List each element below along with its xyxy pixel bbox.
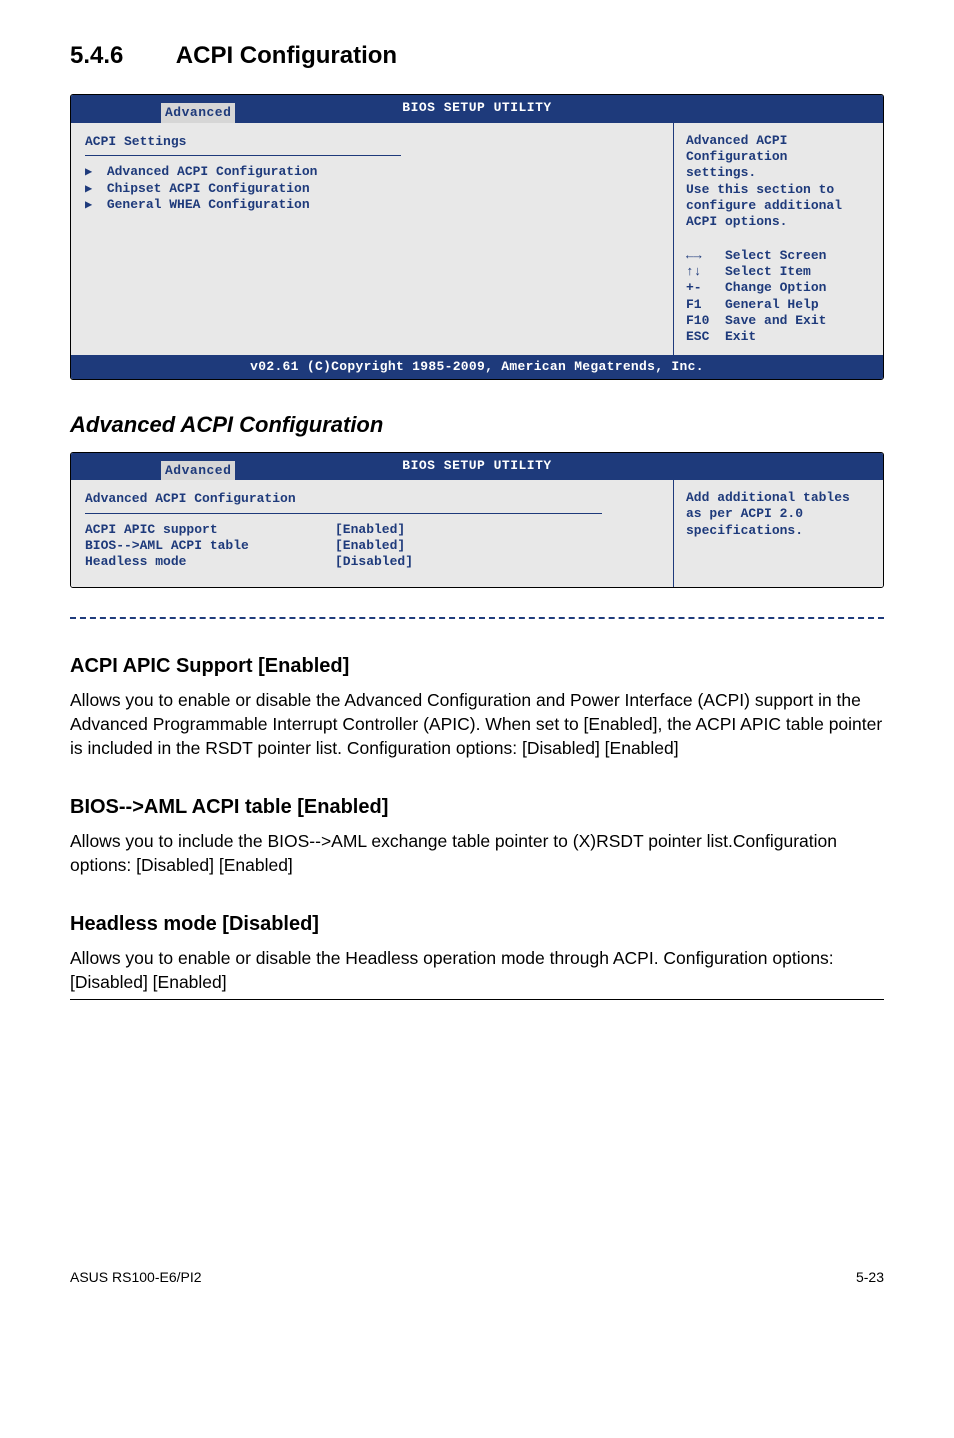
bios-menu-item: ▶ Advanced ACPI Configuration: [85, 164, 659, 180]
option-heading: Headless mode [Disabled]: [70, 911, 884, 938]
bios-menu-item: ▶ General WHEA Configuration: [85, 197, 659, 213]
bios-menu-label: General WHEA Configuration: [107, 197, 310, 212]
bios-footer: v02.61 (C)Copyright 1985-2009, American …: [71, 355, 883, 379]
bios-left-title: ACPI Settings: [85, 133, 659, 154]
bios-tab-advanced: Advanced: [161, 103, 235, 123]
bios-menu-item: ▶ Chipset ACPI Configuration: [85, 181, 659, 197]
option-body: Allows you to enable or disable the Head…: [70, 946, 884, 994]
nav-line: ←→ Select Screen: [686, 248, 873, 264]
help-line: Add additional tables: [686, 490, 873, 506]
nav-line: ↑↓ Select Item: [686, 264, 873, 280]
chevron-right-icon: ▶: [85, 198, 99, 213]
option-heading: ACPI APIC Support [Enabled]: [70, 653, 884, 680]
bios-header-title: BIOS SETUP UTILITY: [402, 458, 551, 473]
help-line: as per ACPI 2.0: [686, 506, 873, 522]
chevron-right-icon: ▶: [85, 165, 99, 180]
help-line: Use this section to: [686, 182, 873, 198]
bios-header: BIOS SETUP UTILITY Advanced: [71, 95, 883, 123]
section-heading: 5.4.6 ACPI Configuration: [70, 40, 884, 72]
section-number: 5.4.6: [70, 40, 170, 72]
bios-screenshot-2: BIOS SETUP UTILITY Advanced Advanced ACP…: [70, 452, 884, 588]
bios-option-value: [Enabled]: [335, 538, 413, 554]
bios-header-title: BIOS SETUP UTILITY: [402, 100, 551, 115]
bios-header: BIOS SETUP UTILITY Advanced: [71, 453, 883, 481]
bios-menu-label: Chipset ACPI Configuration: [107, 181, 310, 196]
help-line: Advanced ACPI: [686, 133, 873, 149]
help-line: Configuration: [686, 149, 873, 165]
bios-left-title: Advanced ACPI Configuration: [85, 490, 659, 511]
bios-option-label: ACPI APIC support: [85, 522, 335, 538]
bios-option-value: [Enabled]: [335, 522, 413, 538]
nav-line: ESC Exit: [686, 329, 873, 345]
page-footer: ASUS RS100-E6/PI2 5-23: [70, 1260, 884, 1287]
bios-help-text: Advanced ACPI Configuration settings. Us…: [686, 133, 873, 248]
help-line: configure additional: [686, 198, 873, 214]
nav-line: F10 Save and Exit: [686, 313, 873, 329]
bios-option-label: BIOS-->AML ACPI table: [85, 538, 335, 554]
bios-option-value: [Disabled]: [335, 554, 413, 570]
help-line: specifications.: [686, 523, 873, 539]
option-body: Allows you to include the BIOS-->AML exc…: [70, 829, 884, 877]
bios-menu-label: Advanced ACPI Configuration: [107, 164, 318, 179]
bios-left-pane: ACPI Settings ▶ Advanced ACPI Configurat…: [71, 123, 673, 356]
footer-right: 5-23: [856, 1268, 884, 1287]
bios-nav-keys: ←→ Select Screen ↑↓ Select Item +- Chang…: [686, 248, 873, 346]
section-title: ACPI Configuration: [176, 42, 397, 69]
subsection-heading: Advanced ACPI Configuration: [70, 410, 884, 440]
chevron-right-icon: ▶: [85, 182, 99, 197]
option-body: Allows you to enable or disable the Adva…: [70, 688, 884, 760]
divider: [85, 513, 602, 514]
divider: [85, 155, 401, 156]
nav-line: F1 General Help: [686, 297, 873, 313]
footer-divider: [70, 999, 884, 1000]
bios-tab-advanced: Advanced: [161, 461, 235, 481]
help-line: ACPI options.: [686, 214, 873, 230]
dashed-divider: [70, 617, 884, 619]
help-line: settings.: [686, 165, 873, 181]
bios-right-pane: Advanced ACPI Configuration settings. Us…: [673, 123, 883, 356]
bios-left-pane: Advanced ACPI Configuration ACPI APIC su…: [71, 480, 673, 586]
footer-left: ASUS RS100-E6/PI2: [70, 1268, 202, 1287]
bios-option-label: Headless mode: [85, 554, 335, 570]
option-heading: BIOS-->AML ACPI table [Enabled]: [70, 794, 884, 821]
bios-right-pane: Add additional tables as per ACPI 2.0 sp…: [673, 480, 883, 586]
bios-screenshot-1: BIOS SETUP UTILITY Advanced ACPI Setting…: [70, 94, 884, 380]
nav-line: +- Change Option: [686, 280, 873, 296]
